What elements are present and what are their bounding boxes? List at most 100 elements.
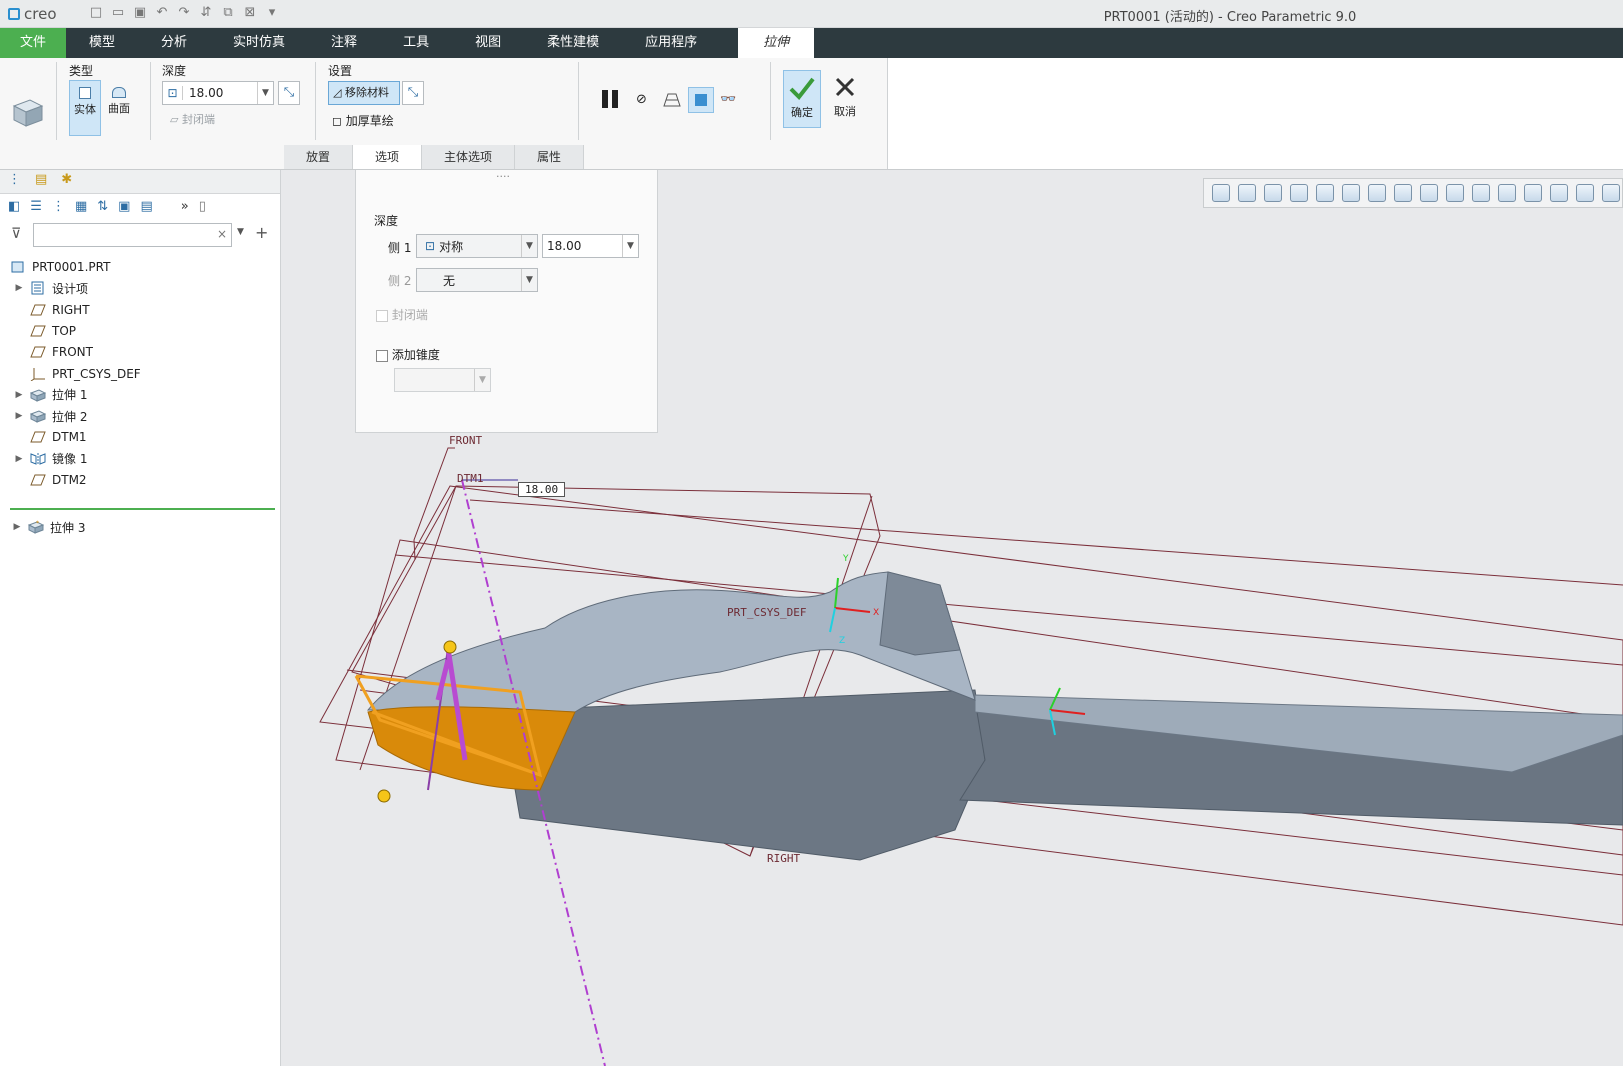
tree-item-extrude-2[interactable]: ▶ 拉伸 2 <box>0 405 280 427</box>
flip-material-side-button[interactable]: ⤡ <box>402 81 424 105</box>
cancel-button[interactable]: 取消 <box>826 70 864 128</box>
details-icon[interactable]: ▤ <box>140 199 152 219</box>
tree-item-part[interactable]: PRT0001.PRT <box>0 256 280 278</box>
tab-live-simulation[interactable]: 实时仿真 <box>210 28 308 58</box>
depth-dropdown-icon[interactable]: ▼ <box>257 82 273 104</box>
section-icon[interactable] <box>1420 184 1438 202</box>
tree-item-right[interactable]: RIGHT <box>0 299 280 321</box>
datum-display-icon[interactable] <box>1446 184 1464 202</box>
side2-depth-type-select[interactable]: 无 ▼ <box>416 268 538 292</box>
tree-item-dtm2[interactable]: DTM2 <box>0 469 280 491</box>
expand-icon[interactable]: ▶ <box>12 454 26 464</box>
perspective-icon[interactable] <box>1394 184 1412 202</box>
tab-properties[interactable]: 属性 <box>515 145 585 169</box>
tab-placement[interactable]: 放置 <box>284 145 354 169</box>
side2-type-dropdown-icon[interactable]: ▼ <box>521 269 537 291</box>
tab-view[interactable]: 视图 <box>452 28 524 58</box>
expand-icon[interactable]: ▶ <box>12 411 26 421</box>
tab-flexible-modeling[interactable]: 柔性建模 <box>524 28 622 58</box>
view-manager-icon[interactable] <box>1368 184 1386 202</box>
pause-icon[interactable] <box>600 88 622 110</box>
tab-options[interactable]: 选项 <box>353 145 423 169</box>
tab-model[interactable]: 模型 <box>66 28 138 58</box>
zoom-in-icon[interactable] <box>1238 184 1256 202</box>
csys-display-icon[interactable] <box>1550 184 1568 202</box>
solid-button[interactable]: 实体 <box>69 80 101 136</box>
tree-columns-icon[interactable]: ☰ <box>30 199 42 219</box>
side1-type-dropdown-icon[interactable]: ▼ <box>521 235 537 257</box>
tab-body-options[interactable]: 主体选项 <box>422 145 516 169</box>
tree-item-top[interactable]: TOP <box>0 320 280 342</box>
expand-icon[interactable]: ▶ <box>12 390 26 400</box>
more-icon[interactable]: » <box>181 199 189 219</box>
tree-item-extrude-1[interactable]: ▶ 拉伸 1 <box>0 384 280 406</box>
close-window-icon[interactable]: ⊠ <box>242 5 258 20</box>
search-dropdown-icon[interactable]: ▼ <box>237 227 244 237</box>
surface-button[interactable]: 曲面 <box>103 80 135 136</box>
saved-views-icon[interactable] <box>1342 184 1360 202</box>
regenerate-icon[interactable]: ⇵ <box>198 5 214 20</box>
add-filter-icon[interactable]: + <box>255 223 268 242</box>
pause-regen-icon[interactable] <box>1602 184 1620 202</box>
tab-extrude[interactable]: 拉伸 <box>738 28 815 58</box>
zoom-out-icon[interactable] <box>1264 184 1282 202</box>
feature-preview-icon[interactable] <box>688 87 714 113</box>
sort-icon[interactable]: ⇅ <box>97 199 108 219</box>
annotation-display-icon[interactable] <box>1472 184 1490 202</box>
tab-analysis[interactable]: 分析 <box>138 28 210 58</box>
tree-search-input[interactable]: × <box>33 223 232 247</box>
redo-icon[interactable]: ↷ <box>176 5 192 20</box>
undo-icon[interactable]: ↶ <box>154 5 170 20</box>
glasses-preview-icon[interactable]: 👓 <box>720 92 736 107</box>
filter-icon[interactable]: ⊽ <box>11 226 21 242</box>
tree-item-front[interactable]: FRONT <box>0 341 280 363</box>
depth-dimension[interactable]: 18.00 <box>518 482 566 497</box>
open-file-icon[interactable]: ▭ <box>110 5 126 20</box>
windows-icon[interactable]: ⧉ <box>220 5 236 20</box>
tab-annotate[interactable]: 注释 <box>308 28 380 58</box>
tree-item-csys[interactable]: PRT_CSYS_DEF <box>0 363 280 385</box>
new-file-icon[interactable]: □ <box>88 5 104 20</box>
tree-item-extrude-3[interactable]: ▶ * 拉伸 3 <box>0 516 280 538</box>
refit-icon[interactable] <box>1212 184 1230 202</box>
expand-icon[interactable]: ▶ <box>12 283 26 293</box>
search-clear-icon[interactable]: × <box>217 227 227 241</box>
taper-value-input[interactable]: ▼ <box>394 368 491 392</box>
repaint-icon[interactable] <box>1290 184 1308 202</box>
expand-icon[interactable]: ▶ <box>10 522 24 532</box>
flip-direction-button[interactable]: ⤡ <box>278 81 300 105</box>
add-taper-checkbox[interactable]: 添加锥度 <box>376 346 440 363</box>
panel-grip[interactable]: ···· <box>496 170 510 183</box>
tab-tools[interactable]: 工具 <box>380 28 452 58</box>
tree-item-mirror-1[interactable]: ▶ 镜像 1 <box>0 448 280 470</box>
model-tree-tab-icon[interactable]: ⋮ <box>8 172 21 191</box>
tree-item-design-items[interactable]: ▶ 设计项 <box>0 277 280 299</box>
depth-input[interactable]: ⊡ 18.00 ▼ <box>162 81 274 105</box>
display-style-icon[interactable] <box>1316 184 1334 202</box>
taper-dropdown-icon[interactable]: ▼ <box>474 369 490 391</box>
folder-browser-tab-icon[interactable]: ▤ <box>35 172 47 191</box>
side1-depth-type-select[interactable]: ⊡ 对称 ▼ <box>416 234 538 258</box>
side1-depth-value-input[interactable]: 18.00 ▼ <box>542 234 639 258</box>
no-preview-icon[interactable]: ⊘ <box>636 92 647 107</box>
layer-icon[interactable]: ▦ <box>75 199 87 219</box>
save-icon[interactable]: ▣ <box>132 5 148 20</box>
settings-tree-icon[interactable]: ▣ <box>118 199 130 219</box>
spin-center-icon[interactable] <box>1498 184 1516 202</box>
tab-file[interactable]: 文件 <box>0 28 66 58</box>
ok-button[interactable]: 确定 <box>783 70 821 128</box>
tree-item-dtm1[interactable]: DTM1 <box>0 426 280 448</box>
thicken-sketch-option[interactable]: ◻ 加厚草绘 <box>332 112 394 129</box>
show-icon[interactable]: ◧ <box>8 199 20 219</box>
side1-value-dropdown-icon[interactable]: ▼ <box>622 235 638 257</box>
triangle-icon[interactable] <box>1576 184 1594 202</box>
customize-icon[interactable]: ▾ <box>264 5 280 20</box>
favorites-tab-icon[interactable]: ✱ <box>61 172 72 191</box>
remove-material-button[interactable]: ◿ 移除材料 <box>328 81 400 105</box>
tab-applications[interactable]: 应用程序 <box>622 28 720 58</box>
tree-filter-icon[interactable]: ⋮ <box>52 199 65 219</box>
datum-plane-icon <box>30 431 46 443</box>
page-icon[interactable]: ▯ <box>199 199 206 219</box>
verify-mode-icon[interactable] <box>662 90 682 110</box>
sketch-view-icon[interactable] <box>1524 184 1542 202</box>
